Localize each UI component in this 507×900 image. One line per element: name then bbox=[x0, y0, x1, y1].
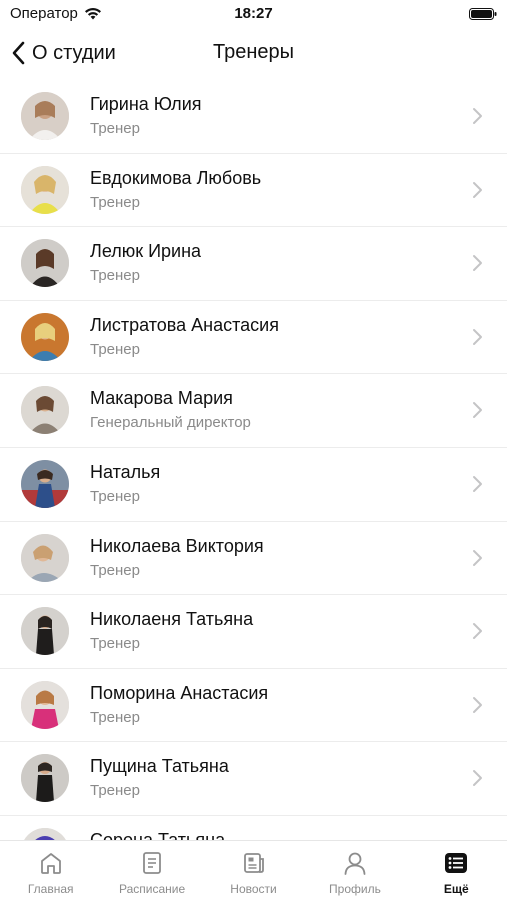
trainer-row[interactable]: Николаеня Татьяна Тренер bbox=[0, 595, 507, 669]
profile-icon bbox=[344, 852, 366, 875]
status-bar: Оператор 18:27 bbox=[0, 0, 507, 30]
trainer-name: Евдокимова Любовь bbox=[90, 167, 262, 188]
chevron-right-icon bbox=[473, 108, 482, 124]
trainer-name: Гирина Юлия bbox=[90, 94, 202, 114]
trainer-row[interactable]: Поморина Анастасия Тренер bbox=[0, 669, 507, 743]
tab-schedule[interactable]: Расписание bbox=[101, 841, 202, 900]
trainer-role: Тренер bbox=[90, 487, 140, 505]
tab-home-label: Главная bbox=[27, 882, 74, 896]
trainer-role: Генеральный директор bbox=[90, 414, 251, 432]
tab-more-label: Ещё bbox=[443, 882, 469, 896]
trainer-row[interactable]: Листратова Анастасия Тренер bbox=[0, 301, 507, 375]
trainer-role: Тренер bbox=[90, 782, 140, 800]
trainer-role: Тренер bbox=[90, 267, 140, 285]
chevron-right-icon bbox=[473, 623, 482, 640]
trainer-name: Лелюк Ирина bbox=[90, 241, 202, 262]
trainer-row[interactable]: Евдокимова Любовь Тренер bbox=[0, 154, 507, 228]
trainer-avatar bbox=[21, 312, 69, 361]
trainer-name: Пущина Татьяна bbox=[90, 756, 229, 777]
more-list-icon bbox=[445, 853, 468, 873]
battery-icon bbox=[469, 8, 497, 20]
trainer-row[interactable]: Сорона Татьяна Тренер bbox=[0, 816, 507, 840]
chevron-right-icon bbox=[473, 328, 482, 345]
trainer-role: Тренер bbox=[90, 708, 140, 726]
trainer-name: Макарова Мария bbox=[90, 388, 233, 409]
trainer-avatar bbox=[21, 754, 69, 803]
page-title: Тренеры bbox=[212, 41, 294, 63]
chevron-right-icon bbox=[473, 181, 482, 198]
trainer-row[interactable]: Макарова Мария Генеральный директор bbox=[0, 374, 507, 448]
chevron-right-icon bbox=[473, 696, 482, 713]
trainer-name: Поморина Анастасия bbox=[90, 682, 269, 703]
tab-schedule-label: Расписание bbox=[119, 882, 186, 896]
trainer-avatar bbox=[21, 533, 69, 582]
trainer-avatar bbox=[21, 239, 69, 288]
trainer-row[interactable]: Гирина Юлия Тренер bbox=[0, 80, 507, 154]
trainers-screen: Оператор 18:27 О студии Тренеры Гирина Ю… bbox=[0, 0, 507, 900]
trainer-avatar bbox=[21, 165, 69, 214]
trainer-role: Тренер bbox=[90, 340, 140, 358]
trainer-avatar bbox=[21, 607, 69, 656]
trainers-list: Гирина Юлия Тренер Евдокимова Любовь Тре… bbox=[0, 80, 507, 840]
trainer-role: Тренер bbox=[90, 561, 140, 579]
news-icon bbox=[243, 853, 264, 873]
chevron-right-icon bbox=[473, 475, 482, 492]
trainer-avatar bbox=[21, 827, 69, 840]
tab-news[interactable]: Новости bbox=[203, 841, 304, 900]
chevron-right-icon bbox=[473, 402, 482, 419]
trainer-name: Наталья bbox=[90, 461, 161, 482]
tab-news-label: Новости bbox=[230, 882, 277, 896]
tab-profile-label: Профиль bbox=[329, 882, 381, 896]
trainer-avatar bbox=[21, 459, 69, 508]
tab-more[interactable]: Ещё bbox=[406, 841, 507, 900]
trainer-role: Тренер bbox=[90, 635, 140, 653]
trainer-row[interactable]: Пущина Татьяна Тренер bbox=[0, 742, 507, 816]
schedule-icon bbox=[143, 852, 162, 874]
clock: 18:27 bbox=[234, 5, 273, 22]
trainer-name: Сорона Татьяна bbox=[90, 829, 226, 840]
trainer-name: Николаеня Татьяна bbox=[90, 609, 254, 630]
trainer-role: Тренер bbox=[90, 120, 140, 137]
trainer-row[interactable]: Николаева Виктория Тренер bbox=[0, 522, 507, 596]
trainer-row[interactable]: Наталья Тренер bbox=[0, 448, 507, 522]
tab-profile[interactable]: Профиль bbox=[304, 841, 405, 900]
tab-home[interactable]: Главная bbox=[0, 841, 101, 900]
home-icon bbox=[40, 853, 61, 874]
tab-bar: Главная Расписание Новости Профиль Ещё bbox=[0, 840, 507, 900]
chevron-right-icon bbox=[473, 255, 482, 272]
trainer-role: Тренер bbox=[90, 193, 140, 211]
trainer-avatar bbox=[21, 92, 69, 140]
trainer-name: Листратова Анастасия bbox=[90, 314, 279, 335]
trainer-row[interactable]: Лелюк Ирина Тренер bbox=[0, 227, 507, 301]
navigation-bar: О студии Тренеры bbox=[0, 30, 507, 76]
trainer-name: Николаева Виктория bbox=[90, 535, 264, 556]
chevron-right-icon bbox=[473, 549, 482, 566]
trainer-avatar bbox=[21, 680, 69, 729]
chevron-right-icon bbox=[473, 770, 482, 787]
trainer-avatar bbox=[21, 386, 69, 435]
